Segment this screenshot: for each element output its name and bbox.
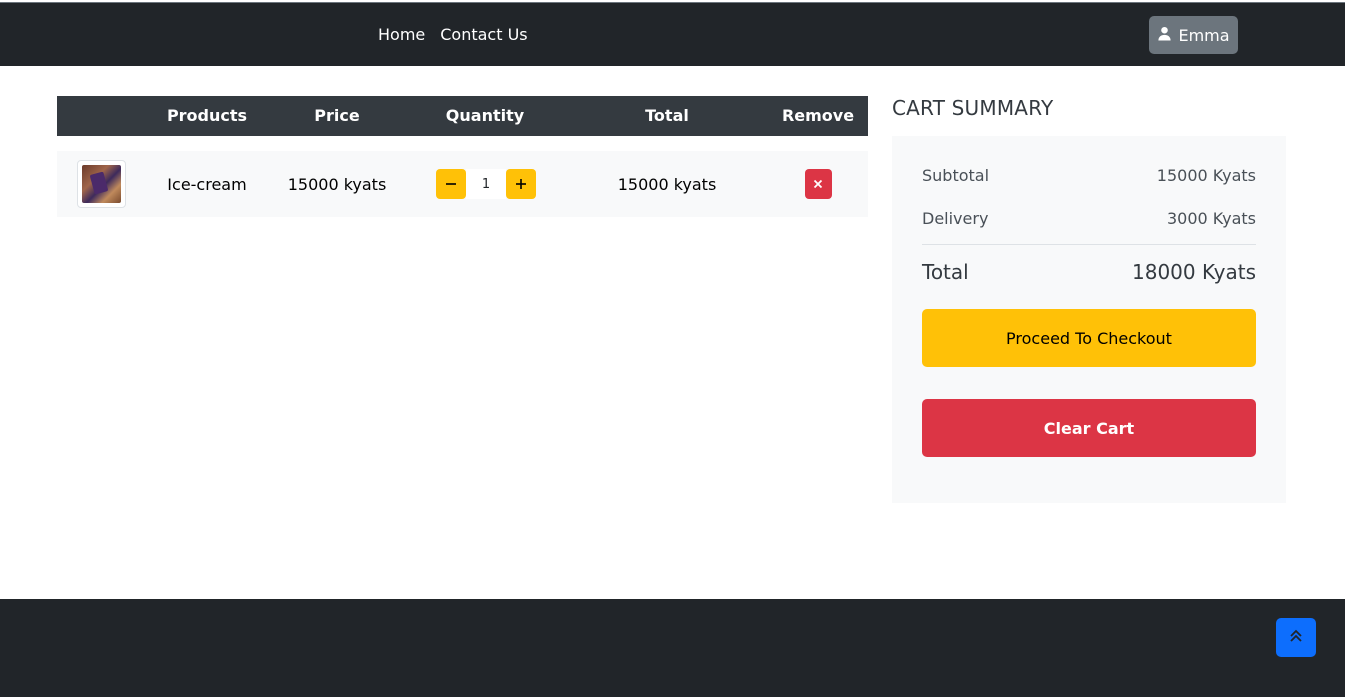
remove-cell <box>802 151 834 217</box>
footer <box>0 599 1345 697</box>
user-account-button[interactable]: Emma <box>1149 16 1238 54</box>
header-price: Price <box>314 106 360 125</box>
plus-icon <box>515 174 527 195</box>
table-row: Ice-cream 15000 kyats 15000 kyats <box>57 151 868 217</box>
scroll-to-top-button[interactable] <box>1276 618 1316 657</box>
total-label: Total <box>922 260 969 284</box>
quantity-input[interactable] <box>466 169 506 199</box>
header-total: Total <box>645 106 689 125</box>
decrement-button[interactable] <box>436 169 466 199</box>
product-total: 15000 kyats <box>617 174 717 194</box>
cart-table: Products Price Quantity Total Remove Ice… <box>57 96 868 217</box>
user-name: Emma <box>1178 25 1230 45</box>
product-price: 15000 kyats <box>287 174 387 194</box>
increment-button[interactable] <box>506 169 536 199</box>
nav-link-contact-us[interactable]: Contact Us <box>440 25 527 44</box>
double-chevron-up-icon <box>1288 628 1304 648</box>
subtotal-label: Subtotal <box>922 166 990 185</box>
product-name: Ice-cream <box>167 174 247 194</box>
subtotal-row: Subtotal 15000 Kyats <box>922 166 1256 185</box>
delivery-value: 3000 Kyats <box>1166 209 1256 228</box>
total-value: 18000 Kyats <box>1132 260 1256 284</box>
header-quantity: Quantity <box>445 106 525 125</box>
clear-cart-button[interactable]: Clear Cart <box>922 399 1256 457</box>
user-icon <box>1157 26 1172 45</box>
product-thumbnail <box>77 160 126 208</box>
nav-links: Home Contact Us <box>378 25 528 44</box>
cart-summary-panel: Subtotal 15000 Kyats Delivery 3000 Kyats… <box>892 136 1286 503</box>
delivery-row: Delivery 3000 Kyats <box>922 209 1256 228</box>
header-products: Products <box>166 106 248 125</box>
nav-link-home[interactable]: Home <box>378 25 425 44</box>
remove-item-button[interactable] <box>804 169 832 199</box>
delivery-label: Delivery <box>922 209 989 228</box>
header-remove: Remove <box>781 106 855 125</box>
close-icon <box>813 176 823 193</box>
cart-summary-title: CART SUMMARY <box>892 96 1054 120</box>
table-header: Products Price Quantity Total Remove <box>57 96 868 136</box>
minus-icon <box>445 174 457 195</box>
quantity-stepper <box>436 151 536 217</box>
total-row: Total 18000 Kyats <box>922 260 1256 284</box>
product-image <box>82 165 121 203</box>
proceed-to-checkout-button[interactable]: Proceed To Checkout <box>922 309 1256 367</box>
summary-divider <box>922 244 1256 245</box>
navbar: Home Contact Us Emma <box>0 2 1345 66</box>
subtotal-value: 15000 Kyats <box>1156 166 1256 185</box>
